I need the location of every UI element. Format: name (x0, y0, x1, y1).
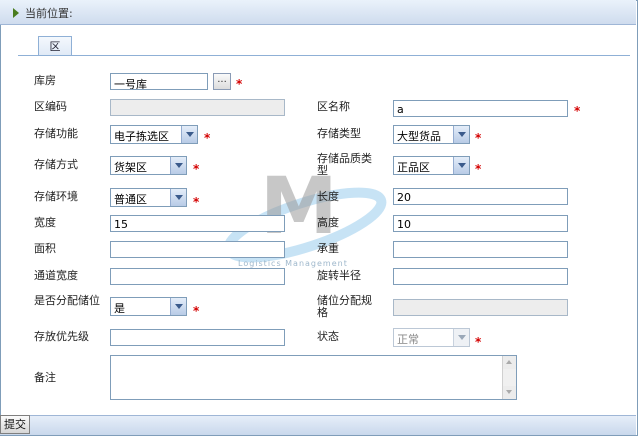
zone-code-field (110, 99, 285, 116)
required-mark: * (193, 162, 200, 176)
area-label: 面积 (34, 242, 56, 255)
status-value: 正常 (397, 333, 419, 346)
zone-code-label: 区编码 (34, 100, 67, 113)
chevron-down-icon[interactable] (170, 157, 186, 174)
storage-method-value: 货架区 (114, 161, 147, 174)
area-field[interactable] (110, 241, 285, 258)
allocation-rule-field (393, 299, 568, 316)
storage-type-select[interactable]: 大型货品 (393, 125, 470, 144)
environment-select[interactable]: 普通区 (110, 188, 187, 207)
warehouse-browse-button[interactable]: ... (213, 73, 231, 90)
required-mark: * (193, 195, 200, 209)
remark-textarea[interactable] (110, 355, 517, 400)
length-label: 长度 (317, 190, 339, 203)
height-field[interactable]: 10 (393, 215, 568, 232)
breadcrumb: 当前位置: (25, 7, 73, 20)
remark-label: 备注 (34, 371, 56, 384)
allocate-storage-value: 是 (114, 302, 125, 315)
chevron-down-icon[interactable] (170, 298, 186, 315)
remark-scrollbar[interactable] (502, 356, 516, 399)
priority-field[interactable] (110, 329, 285, 346)
zone-name-field[interactable]: a (393, 100, 568, 117)
required-mark: * (475, 162, 482, 176)
required-mark: * (475, 131, 482, 145)
submit-button[interactable]: 提交 (0, 415, 30, 434)
breadcrumb-bar: 当前位置: (0, 0, 636, 25)
watermark-text: Logistics Management (238, 259, 348, 268)
storage-method-label: 存储方式 (34, 158, 78, 171)
status-select: 正常 (393, 328, 470, 347)
priority-label: 存放优先级 (34, 330, 89, 343)
warehouse-label: 库房 (34, 74, 56, 87)
storage-type-value: 大型货品 (397, 130, 441, 143)
chevron-down-icon[interactable] (170, 189, 186, 206)
required-mark: * (236, 77, 243, 91)
storage-function-label: 存储功能 (34, 127, 78, 140)
required-mark: * (204, 131, 211, 145)
storage-function-value: 电子拣选区 (114, 130, 169, 143)
required-mark: * (574, 104, 581, 118)
chevron-down-icon[interactable] (453, 126, 469, 143)
height-label: 高度 (317, 216, 339, 229)
turn-radius-field[interactable] (393, 268, 568, 285)
required-mark: * (193, 304, 200, 318)
storage-type-label: 存储类型 (317, 127, 361, 140)
status-label: 状态 (317, 330, 339, 343)
action-bar (0, 415, 636, 435)
storage-function-select[interactable]: 电子拣选区 (110, 125, 198, 144)
width-label: 宽度 (34, 216, 56, 229)
chevron-down-icon[interactable] (453, 157, 469, 174)
quality-type-value: 正品区 (397, 161, 430, 174)
allocation-rule-label: 储位分配规格 (317, 294, 372, 319)
load-label: 承重 (317, 242, 339, 255)
allocate-storage-select[interactable]: 是 (110, 297, 187, 316)
quality-type-label: 存储品质类型 (317, 152, 372, 177)
tab-divider (18, 55, 630, 56)
length-field[interactable]: 20 (393, 188, 568, 205)
aisle-width-label: 通道宽度 (34, 269, 78, 282)
aisle-width-field[interactable] (110, 268, 285, 285)
tab-zone[interactable]: 区 (38, 36, 72, 56)
required-mark: * (475, 335, 482, 349)
breadcrumb-arrow-icon (13, 8, 19, 18)
warehouse-field[interactable]: 一号库 (110, 73, 208, 90)
zone-name-label: 区名称 (317, 100, 350, 113)
scroll-up-icon[interactable] (503, 356, 516, 369)
environment-value: 普通区 (114, 193, 147, 206)
allocate-storage-label: 是否分配储位 (34, 294, 100, 307)
width-field[interactable]: 15 (110, 215, 285, 232)
storage-method-select[interactable]: 货架区 (110, 156, 187, 175)
chevron-down-icon[interactable] (181, 126, 197, 143)
environment-label: 存储环境 (34, 190, 78, 203)
turn-radius-label: 旋转半径 (317, 269, 361, 282)
quality-type-select[interactable]: 正品区 (393, 156, 470, 175)
load-field[interactable] (393, 241, 568, 258)
chevron-down-icon (453, 329, 469, 346)
scroll-down-icon[interactable] (503, 386, 516, 399)
